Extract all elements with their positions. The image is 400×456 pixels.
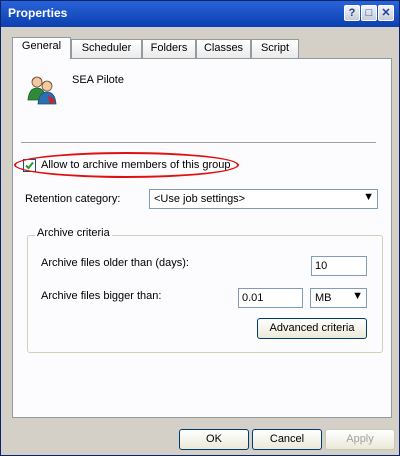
window-title: Properties — [8, 6, 68, 20]
older-than-value: 10 — [315, 260, 328, 272]
ok-button[interactable]: OK — [179, 429, 249, 450]
apply-button[interactable]: Apply — [325, 429, 395, 450]
retention-value: <Use job settings> — [154, 193, 246, 205]
highlight-oval — [14, 152, 239, 178]
tab-script[interactable]: Script — [251, 39, 299, 58]
tab-classes[interactable]: Classes — [196, 39, 251, 58]
tab-general[interactable]: General — [12, 37, 71, 59]
properties-window: Properties ? □ ✕ General Scheduler Folde… — [0, 0, 400, 456]
bigger-than-input[interactable]: 0.01 — [238, 288, 303, 308]
retention-label: Retention category: — [25, 193, 121, 205]
older-than-label: Archive files older than (days): — [41, 257, 189, 269]
cancel-button[interactable]: Cancel — [252, 429, 322, 450]
dialog-content: General Scheduler Folders Classes Script… — [4, 27, 396, 425]
group-users-icon — [27, 76, 57, 105]
title-bar[interactable]: Properties ? □ ✕ — [1, 1, 399, 27]
size-unit-value: MB — [315, 292, 332, 304]
close-button[interactable]: ✕ — [378, 5, 394, 21]
separator — [21, 142, 376, 143]
general-panel: SEA Pilote Allow to archive members of t… — [12, 58, 392, 418]
chevron-down-icon: ▼ — [363, 191, 374, 203]
tab-folders[interactable]: Folders — [142, 39, 196, 58]
chevron-down-icon: ▼ — [352, 290, 363, 302]
bigger-than-value: 0.01 — [242, 292, 264, 304]
advanced-criteria-button[interactable]: Advanced criteria — [257, 318, 367, 339]
maximize-button[interactable]: □ — [361, 5, 377, 21]
tab-scheduler[interactable]: Scheduler — [71, 39, 142, 58]
older-than-input[interactable]: 10 — [311, 256, 367, 276]
bigger-than-label: Archive files bigger than: — [41, 290, 162, 302]
size-unit-select[interactable]: MB ▼ — [310, 288, 367, 308]
help-button[interactable]: ? — [344, 5, 360, 21]
archive-criteria-legend: Archive criteria — [35, 227, 112, 239]
retention-select[interactable]: <Use job settings> ▼ — [149, 189, 378, 209]
dialog-footer: OK Cancel Apply — [1, 425, 399, 455]
group-name: SEA Pilote — [72, 74, 124, 86]
